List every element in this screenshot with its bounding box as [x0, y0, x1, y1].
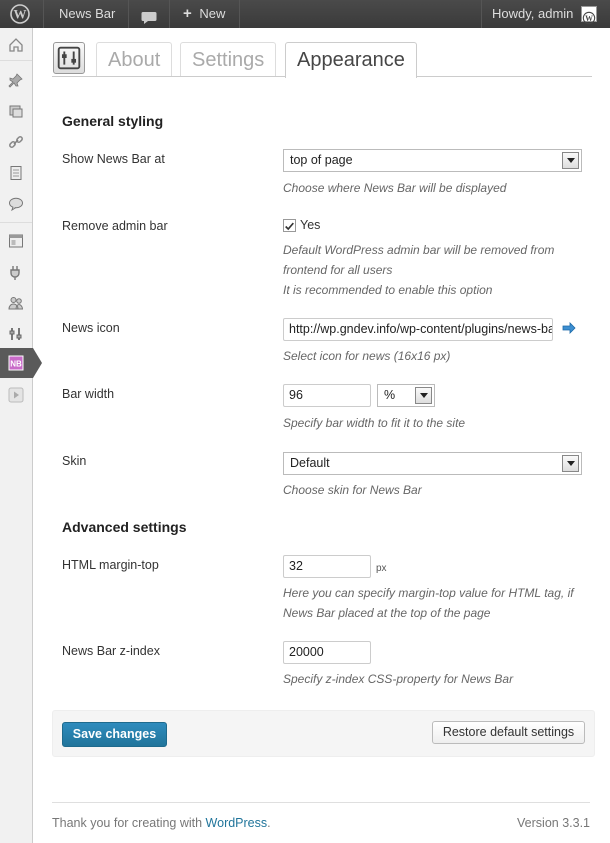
skin-select[interactable]: Default — [283, 452, 582, 475]
general-styling-heading: General styling — [62, 113, 164, 129]
dropdown-arrow-icon — [562, 152, 579, 169]
comments-icon[interactable] — [141, 7, 157, 24]
margin-top-desc-1: Here you can specify margin-top value fo… — [283, 586, 574, 600]
plugin-icon — [53, 42, 85, 74]
skin-value: Default — [290, 456, 330, 470]
media-icon[interactable] — [5, 100, 27, 122]
bar-width-desc: Specify bar width to fit it to the site — [283, 416, 466, 430]
tab-settings[interactable]: Settings — [180, 42, 277, 77]
news-icon-desc: Select icon for news (16x16 px) — [283, 349, 451, 363]
tab-appearance[interactable]: Appearance — [285, 42, 417, 78]
show-at-value: top of page — [290, 153, 353, 167]
news-bar-icon: NB — [8, 355, 24, 371]
avatar[interactable]: W — [581, 6, 597, 25]
arrow-right-icon[interactable] — [562, 322, 576, 334]
footer-thanks-suffix: . — [267, 816, 271, 830]
wordpress-link[interactable]: WordPress — [206, 816, 268, 830]
bar-width-unit-select[interactable]: % — [377, 384, 435, 407]
links-icon[interactable] — [5, 131, 27, 153]
remove-admin-bar-checkbox[interactable] — [283, 219, 296, 232]
admin-bar: W News Bar + New Howdy, admin W — [0, 0, 610, 28]
posts-pin-icon[interactable] — [5, 69, 27, 91]
margin-top-unit: px — [376, 563, 387, 574]
site-name-link[interactable]: News Bar — [59, 0, 115, 28]
restore-defaults-button[interactable]: Restore default settings — [432, 721, 585, 744]
z-index-input[interactable]: 20000 — [283, 641, 371, 664]
remove-admin-bar-desc-2: frontend for all users — [283, 263, 393, 277]
news-bar-menu-item[interactable]: NB — [0, 348, 42, 378]
svg-text:W: W — [14, 7, 27, 22]
tools-icon[interactable] — [5, 323, 27, 345]
version-text: Version 3.3.1 — [517, 816, 590, 830]
checkmark-icon — [285, 222, 294, 231]
footer-thanks-prefix: Thank you for creating with — [52, 816, 206, 830]
show-at-desc: Choose where News Bar will be displayed — [283, 181, 507, 195]
z-index-label: News Bar z-index — [62, 644, 160, 658]
margin-top-input[interactable]: 32 — [283, 555, 371, 578]
margin-top-desc-2: News Bar placed at the top of the page — [283, 606, 491, 620]
bar-width-unit-value: % — [384, 388, 396, 402]
footer-divider — [52, 802, 590, 803]
pages-icon[interactable] — [5, 162, 27, 184]
new-label: New — [199, 6, 226, 21]
plus-icon: + — [183, 5, 192, 22]
bar-width-label: Bar width — [62, 387, 115, 401]
skin-label: Skin — [62, 454, 87, 468]
svg-text:NB: NB — [10, 360, 22, 369]
news-icon-label: News icon — [62, 321, 120, 335]
remove-admin-bar-desc-3: It is recommended to enable this option — [283, 283, 493, 297]
collapse-menu-icon[interactable] — [5, 384, 27, 406]
account-menu[interactable]: Howdy, admin — [492, 0, 573, 28]
appearance-icon[interactable] — [5, 230, 27, 252]
show-at-select[interactable]: top of page — [283, 149, 582, 172]
admin-sidebar: NB — [0, 28, 42, 843]
howdy-text: Howdy, admin — [492, 6, 574, 21]
dropdown-arrow-icon — [415, 387, 432, 404]
bar-width-input[interactable]: 96 — [283, 384, 371, 407]
footer-thanks: Thank you for creating with WordPress. — [52, 816, 271, 830]
svg-text:W: W — [585, 14, 593, 23]
dropdown-arrow-icon — [562, 455, 579, 472]
z-index-desc: Specify z-index CSS-property for News Ba… — [283, 672, 514, 686]
news-icon-input[interactable]: http://wp.gndev.info/wp-content/plugins/… — [283, 318, 553, 341]
wordpress-logo-icon[interactable]: W — [10, 4, 30, 24]
show-at-label: Show News Bar at — [62, 152, 165, 166]
tab-about[interactable]: About — [96, 42, 173, 77]
skin-desc: Choose skin for News Bar — [283, 483, 422, 497]
comments-menu-icon[interactable] — [5, 193, 27, 215]
margin-top-label: HTML margin-top — [62, 558, 159, 572]
remove-admin-bar-label: Remove admin bar — [62, 219, 168, 233]
dashboard-icon[interactable] — [5, 34, 27, 56]
save-changes-button[interactable]: Save changes — [62, 722, 167, 747]
new-content-button[interactable]: + New — [183, 0, 225, 28]
users-icon[interactable] — [5, 292, 27, 314]
advanced-settings-heading: Advanced settings — [62, 519, 187, 535]
remove-admin-bar-yes[interactable]: Yes — [300, 218, 320, 232]
remove-admin-bar-desc-1: Default WordPress admin bar will be remo… — [283, 243, 555, 257]
plugins-icon[interactable] — [5, 261, 27, 283]
